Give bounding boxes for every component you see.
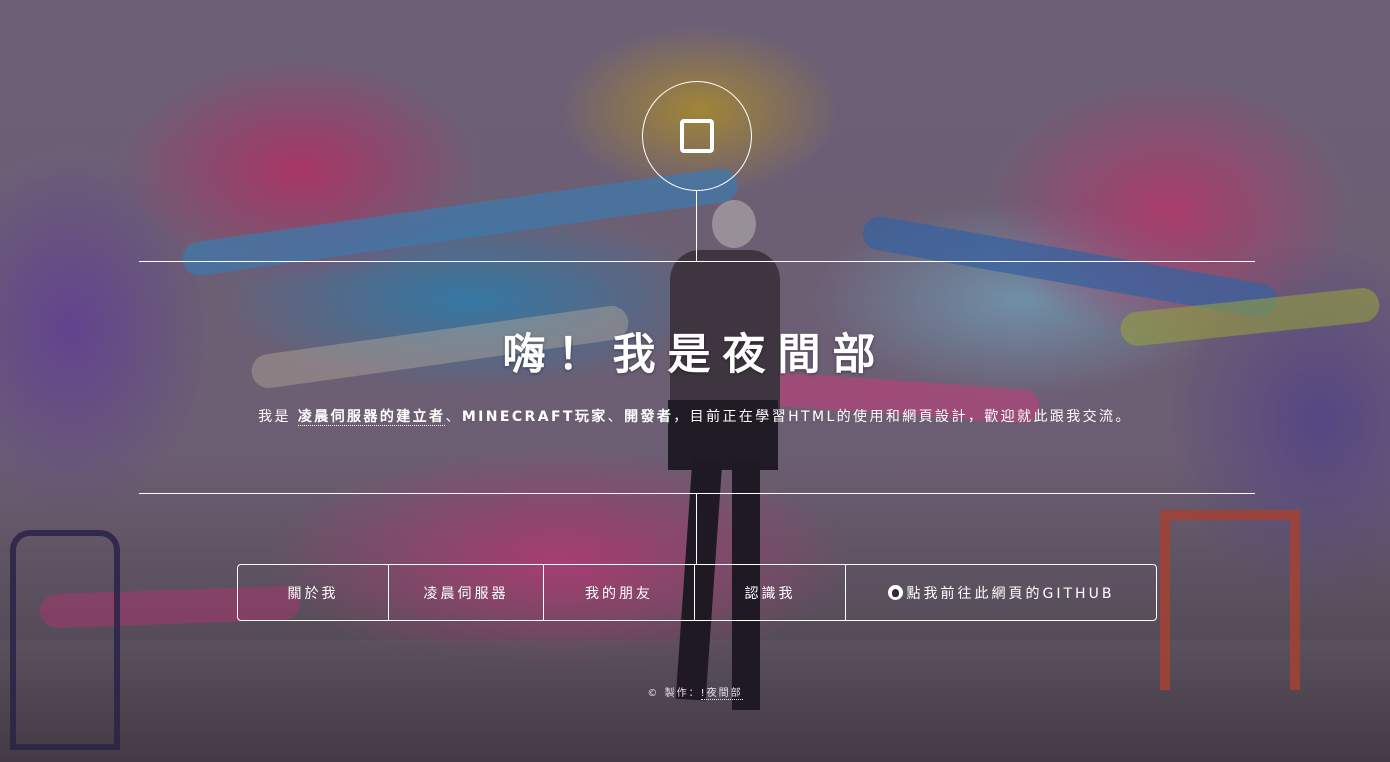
nav-about-me[interactable]: 關於我 bbox=[238, 565, 389, 620]
nav-label: 關於我 bbox=[287, 585, 339, 602]
nav-label: 我的朋友 bbox=[585, 585, 653, 602]
main-nav: 關於我 凌晨伺服器 我的朋友 認識我 點我前往此網頁的GITHUB bbox=[237, 564, 1157, 621]
intro-separator: 、 bbox=[607, 409, 625, 425]
nav-label: 點我前往此網頁的GITHUB bbox=[906, 585, 1115, 602]
intro-text: 我是 凌晨伺服器的建立者、MINECRAFT玩家、開發者，目前正在學習HTML的… bbox=[0, 406, 1390, 426]
square-outline-icon bbox=[680, 119, 714, 153]
intro-prefix: 我是 bbox=[258, 409, 291, 425]
intro-role-developer: 開發者 bbox=[624, 409, 674, 425]
page-title: 嗨！我是夜間部 bbox=[502, 330, 888, 380]
nav-know-me[interactable]: 認識我 bbox=[695, 565, 846, 620]
divider-horizontal-top bbox=[139, 261, 1255, 262]
github-icon bbox=[887, 585, 903, 600]
nav-label: 凌晨伺服器 bbox=[423, 585, 509, 602]
logo-circle bbox=[642, 81, 752, 191]
divider-horizontal-bottom bbox=[139, 493, 1255, 494]
intro-role-server-founder[interactable]: 凌晨伺服器的建立者 bbox=[297, 409, 446, 426]
footer-author-link[interactable]: !夜間部 bbox=[700, 688, 743, 700]
nav-label: 認識我 bbox=[744, 585, 796, 602]
divider-vertical-bottom bbox=[696, 493, 697, 564]
footer-credit: © 製作：!夜間部 bbox=[0, 684, 1390, 700]
intro-separator: 、 bbox=[445, 409, 462, 425]
nav-server[interactable]: 凌晨伺服器 bbox=[389, 565, 544, 620]
intro-role-minecraft: MINECRAFT玩家 bbox=[461, 409, 608, 425]
divider-vertical-top bbox=[696, 191, 697, 261]
intro-suffix: ，目前正在學習HTML的使用和網頁設計，歡迎就此跟我交流。 bbox=[673, 409, 1132, 425]
nav-github-link[interactable]: 點我前往此網頁的GITHUB bbox=[846, 565, 1156, 620]
footer-prefix: © 製作： bbox=[647, 688, 701, 699]
nav-friends[interactable]: 我的朋友 bbox=[544, 565, 695, 620]
